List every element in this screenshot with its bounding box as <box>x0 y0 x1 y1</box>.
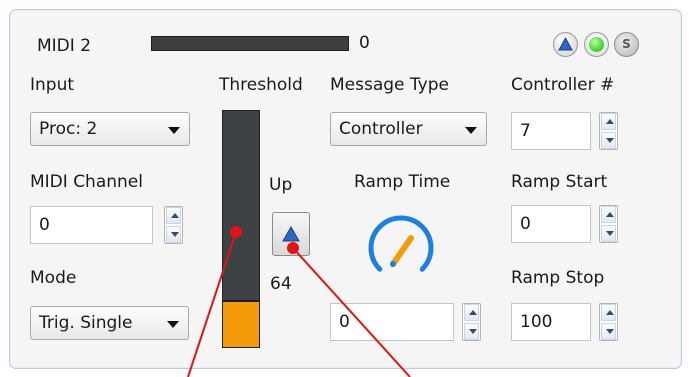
threshold-slider[interactable] <box>222 110 260 348</box>
ramp-start-input[interactable]: 0 <box>511 205 591 243</box>
input-select[interactable]: Proc: 2 <box>30 112 190 146</box>
ramp-time-knob[interactable] <box>366 213 436 283</box>
controller-input[interactable]: 7 <box>511 112 591 150</box>
chevron-down-icon <box>167 321 179 328</box>
stepper-up-icon[interactable] <box>601 206 616 223</box>
active-led-button[interactable] <box>584 32 609 57</box>
controller-stepper[interactable] <box>599 112 618 150</box>
message-type-select[interactable]: Controller <box>330 112 487 146</box>
ramp-time-label: Ramp Time <box>354 172 451 192</box>
stepper-up-icon[interactable] <box>601 304 616 321</box>
stepper-down-icon[interactable] <box>601 323 616 340</box>
threshold-direction-button[interactable] <box>272 212 310 256</box>
stepper-down-icon[interactable] <box>601 225 616 242</box>
chevron-down-icon <box>168 127 180 134</box>
stepper-down-icon[interactable] <box>601 132 616 149</box>
threshold-fill <box>223 300 259 347</box>
level-meter-value: 0 <box>359 33 370 53</box>
chevron-down-icon <box>465 127 477 134</box>
midi-channel-input[interactable]: 0 <box>30 206 153 244</box>
solo-button[interactable]: S <box>614 32 639 57</box>
ramp-stop-stepper[interactable] <box>599 303 618 341</box>
stepper-down-icon[interactable] <box>166 226 181 243</box>
threshold-label: Threshold <box>219 75 303 95</box>
module-title: MIDI 2 <box>37 36 92 56</box>
stepper-up-icon[interactable] <box>166 207 181 224</box>
triangle-up-shape <box>282 225 300 242</box>
ramp-time-input[interactable]: 0 <box>330 303 454 341</box>
triangle-up-icon <box>282 225 300 242</box>
midi-channel-label: MIDI Channel <box>30 172 143 192</box>
stepper-up-icon[interactable] <box>464 304 479 321</box>
ramp-stop-input[interactable]: 100 <box>511 303 591 341</box>
message-type-label: Message Type <box>330 75 449 95</box>
threshold-direction-label: Up <box>269 175 293 195</box>
mode-select[interactable]: Trig. Single <box>30 306 189 340</box>
ramp-time-stepper[interactable] <box>462 303 481 341</box>
ramp-stop-label: Ramp Stop <box>511 268 605 288</box>
stepper-up-icon[interactable] <box>601 113 616 130</box>
triangle-up-shape <box>558 36 573 51</box>
direction-up-button[interactable] <box>553 32 578 57</box>
ramp-start-stepper[interactable] <box>599 205 618 243</box>
input-select-value: Proc: 2 <box>39 119 98 139</box>
triangle-up-icon <box>558 36 573 51</box>
controller-label: Controller # <box>511 75 615 95</box>
threshold-value: 64 <box>270 274 292 294</box>
midi-channel-stepper[interactable] <box>164 206 183 244</box>
knob-needle-tip <box>390 261 396 267</box>
mode-label: Mode <box>30 268 77 288</box>
mode-select-value: Trig. Single <box>39 313 133 333</box>
input-label: Input <box>30 75 75 95</box>
message-type-select-value: Controller <box>339 119 423 139</box>
level-meter <box>151 36 349 51</box>
ramp-start-label: Ramp Start <box>511 172 608 192</box>
knob-arc <box>368 215 434 272</box>
green-led-icon <box>589 37 604 52</box>
stepper-down-icon[interactable] <box>464 323 479 340</box>
knob-needle <box>390 235 414 267</box>
